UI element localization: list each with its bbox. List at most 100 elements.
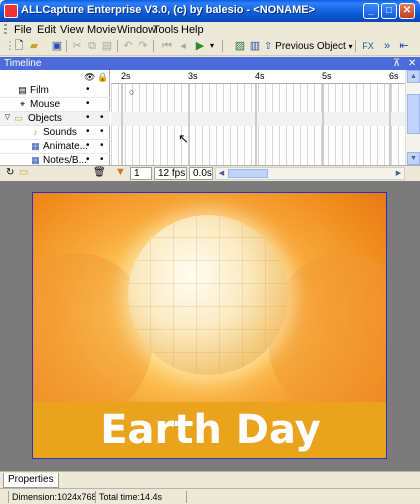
maximize-button[interactable]: □: [381, 3, 397, 19]
toolbar-separator: [66, 40, 67, 52]
previous-object-label: Previous Object: [275, 41, 346, 52]
ruler-tick: 5s: [322, 71, 332, 81]
toolbar-separator: [355, 40, 356, 52]
lock-dot[interactable]: •: [100, 154, 104, 165]
timeline-close-icon[interactable]: ✕: [408, 58, 416, 69]
add-folder-icon[interactable]: ▭: [19, 167, 28, 178]
save-icon[interactable]: ▣: [50, 39, 64, 53]
layer-sounds[interactable]: ♪ Sounds • •: [0, 126, 110, 140]
layer-label: Animate...: [43, 141, 89, 152]
properties-bar: Properties: [0, 471, 420, 488]
redo-icon[interactable]: ↷: [136, 39, 150, 53]
timeline-panel-header: Timeline ⊼ ✕: [0, 57, 420, 70]
frame-grid[interactable]: 2s 3s 4s 5s 6s ○: [111, 70, 406, 166]
timeline-horizontal-scrollbar[interactable]: ◀ ▶: [215, 167, 405, 180]
mouse-cursor-icon: ↖: [178, 131, 189, 146]
add-layer-icon[interactable]: ↻: [6, 167, 14, 178]
second-marker: [121, 84, 123, 166]
time-ruler[interactable]: 2s 3s 4s 5s 6s: [111, 70, 406, 84]
fps-field[interactable]: 12 fps: [154, 167, 187, 180]
effects-icon[interactable]: FX: [361, 39, 375, 53]
scroll-thumb[interactable]: [228, 169, 268, 178]
toolbar-separator: [117, 40, 118, 52]
image-icon[interactable]: ▨: [233, 39, 247, 53]
layer-label: Sounds: [43, 127, 77, 138]
canvas-area[interactable]: Earth Day: [0, 181, 420, 471]
timeline-footer: ↻ ▭ 🗑 ▼ 1 12 fps 0.0s ◀ ▶: [0, 165, 420, 180]
visibility-dot[interactable]: •: [86, 84, 90, 95]
delete-layer-icon[interactable]: 🗑: [93, 167, 106, 178]
visibility-dot[interactable]: •: [86, 98, 90, 109]
scroll-thumb[interactable]: [407, 94, 420, 134]
timeline-body: 👁 🔒 ▤ Film • ⌖ Mouse • ▽ ▭ Objects • • ♪…: [0, 70, 420, 178]
visibility-dot[interactable]: •: [86, 126, 90, 137]
collapse-icon[interactable]: ▽: [2, 113, 13, 123]
scroll-up-icon[interactable]: ▲: [407, 70, 420, 83]
lock-dot[interactable]: •: [100, 112, 104, 123]
lock-dot[interactable]: •: [100, 140, 104, 151]
second-marker: [322, 84, 324, 166]
status-bar: Dimension:1024x768 Total time:14.4s: [0, 488, 420, 504]
timeline-title: Timeline: [4, 58, 42, 69]
status-empty: [186, 491, 420, 503]
scroll-left-icon[interactable]: ◀: [216, 168, 227, 179]
menu-help[interactable]: Help: [181, 24, 204, 36]
back-icon[interactable]: ⇤: [397, 39, 411, 53]
menu-edit[interactable]: Edit: [37, 24, 56, 36]
title-bar[interactable]: ALLCapture Enterprise V3.0, (c) by bales…: [0, 0, 420, 22]
toolbar-overflow-icon[interactable]: »: [380, 39, 394, 53]
visibility-dot[interactable]: •: [86, 154, 90, 165]
layer-label: Mouse: [30, 99, 61, 110]
film-icon: ▤: [18, 85, 27, 95]
menu-view[interactable]: View: [60, 24, 84, 36]
toolbar-separator: [153, 40, 154, 52]
scroll-down-icon[interactable]: ▼: [407, 152, 420, 165]
screen-icon[interactable]: ▥: [248, 39, 262, 53]
timeline-vertical-scrollbar[interactable]: ▲ ▼: [405, 70, 420, 166]
cut-icon[interactable]: ✂: [70, 39, 84, 53]
menu-grip: [4, 24, 7, 36]
second-marker: [188, 84, 190, 166]
scroll-right-icon[interactable]: ▶: [393, 168, 404, 179]
visibility-dot[interactable]: •: [86, 140, 90, 151]
layer-objects[interactable]: ▽ ▭ Objects • •: [0, 112, 110, 126]
first-frame-icon[interactable]: ⏮: [160, 39, 174, 53]
previous-frame-icon[interactable]: ◂: [176, 39, 190, 53]
layer-film[interactable]: ▤ Film •: [0, 84, 110, 98]
ruler-tick: 3s: [188, 71, 198, 81]
slide-title: Earth Day: [100, 407, 321, 453]
new-icon[interactable]: 🗋: [12, 39, 26, 53]
menu-tools[interactable]: Tools: [153, 24, 179, 36]
menu-window[interactable]: Window: [117, 24, 156, 36]
layer-animate[interactable]: ▦ Animate... • •: [0, 140, 110, 154]
keyframe-marker[interactable]: ○: [129, 87, 134, 97]
menu-bar: File Edit View Movie Window Tools Help: [0, 22, 420, 38]
sound-icon: ♪: [33, 127, 38, 137]
visibility-dot[interactable]: •: [86, 112, 90, 123]
minimize-button[interactable]: _: [363, 3, 379, 19]
menu-file[interactable]: File: [14, 24, 32, 36]
play-dropdown-icon[interactable]: ▾: [205, 39, 219, 53]
main-toolbar: ⋮ 🗋 ▰ ▣ ✂ ⧉ ▤ ↶ ↷ ⏮ ◂ ▶ ▾ ▨ ▥ ⇧ Previous…: [0, 38, 420, 56]
layer-mouse[interactable]: ⌖ Mouse •: [0, 98, 110, 112]
time-field[interactable]: 0.0s: [189, 167, 213, 180]
copy-icon[interactable]: ⧉: [85, 39, 99, 53]
toolbar-separator: [222, 40, 223, 52]
current-frame-field[interactable]: 1: [130, 167, 152, 180]
folder-icon: ▭: [14, 113, 23, 123]
previous-object-button[interactable]: ⇧ Previous Object ▾: [264, 39, 353, 55]
undo-icon[interactable]: ↶: [121, 39, 135, 53]
pin-icon[interactable]: ⊼: [393, 58, 400, 69]
lock-header-icon: 🔒: [97, 72, 109, 82]
playhead-icon[interactable]: ▼: [115, 166, 126, 178]
paste-icon[interactable]: ▤: [100, 39, 114, 53]
close-button[interactable]: ✕: [399, 3, 415, 19]
lock-dot[interactable]: •: [100, 126, 104, 137]
tab-properties[interactable]: Properties: [3, 473, 59, 488]
open-icon[interactable]: ▰: [27, 39, 41, 53]
globe-image: [128, 215, 288, 375]
layer-list: 👁 🔒 ▤ Film • ⌖ Mouse • ▽ ▭ Objects • • ♪…: [0, 70, 110, 178]
window-title: ALLCapture Enterprise V3.0, (c) by bales…: [21, 4, 316, 16]
slide-canvas[interactable]: Earth Day: [32, 192, 387, 459]
menu-movie[interactable]: Movie: [87, 24, 116, 36]
